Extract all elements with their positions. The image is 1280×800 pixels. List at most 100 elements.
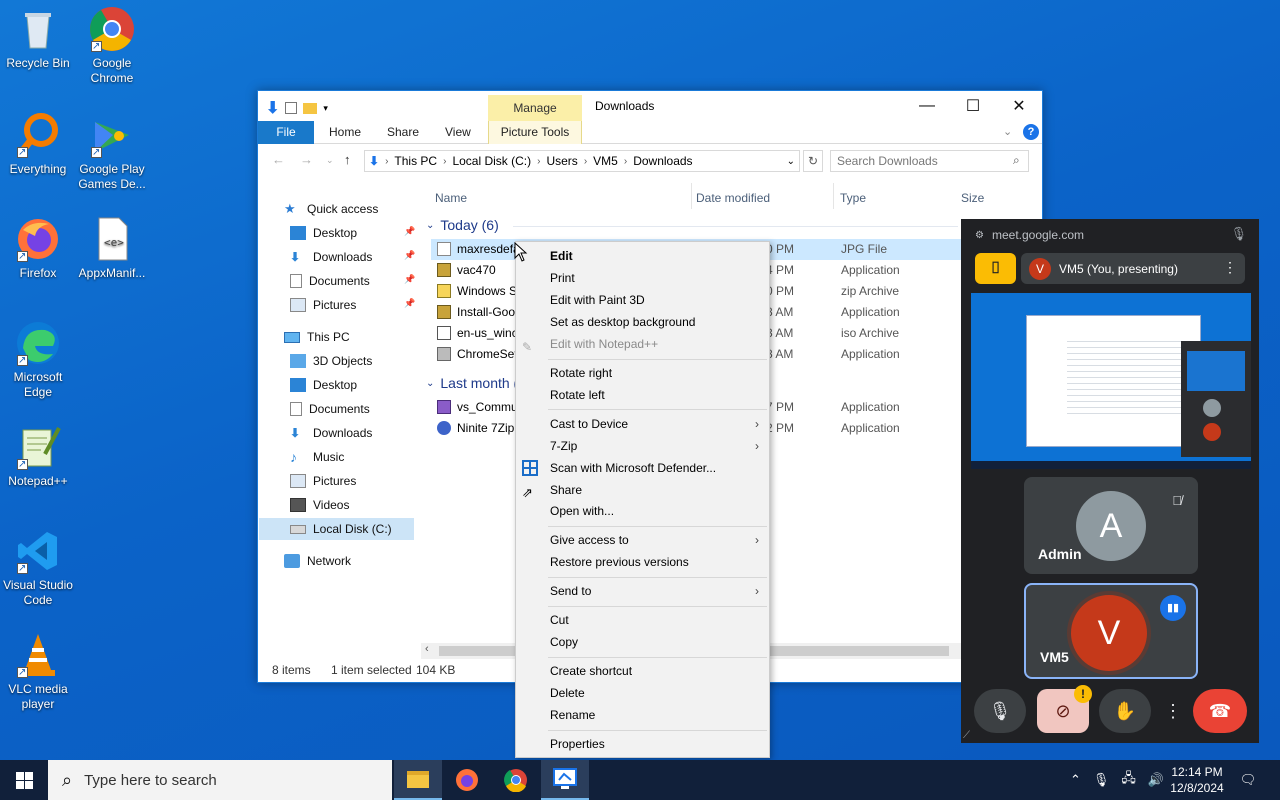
menu-item-give-access[interactable]: Give access to › <box>516 529 769 551</box>
column-size[interactable]: Size <box>961 191 984 205</box>
back-arrow-icon[interactable]: ← <box>272 152 285 167</box>
menu-item-send-to[interactable]: Send to › <box>516 580 769 602</box>
desktop-icon-firefox[interactable]: Firefox <box>0 216 76 281</box>
chevron-left-icon[interactable]: ‹ <box>425 643 429 655</box>
folder-icon[interactable] <box>303 102 318 114</box>
taskbar-remote-desktop[interactable] <box>541 760 589 800</box>
menu-item-restore-versions[interactable]: Restore previous versions <box>516 551 769 573</box>
menu-item-copy[interactable]: Copy <box>516 631 769 653</box>
menu-item-rename[interactable]: Rename <box>516 704 769 726</box>
breadcrumb-local-disk[interactable]: Local Disk (C:) <box>452 154 531 168</box>
nav-quick-documents[interactable]: Documents <box>290 270 370 292</box>
nav-this-pc[interactable]: This PC <box>284 326 350 348</box>
chevron-up-icon[interactable]: ⌃ <box>1070 772 1081 788</box>
raise-hand-button[interactable]: ✋ <box>1099 689 1151 733</box>
column-type[interactable]: Type <box>840 191 866 205</box>
microphone-icon[interactable]: 🎙 <box>1093 772 1110 788</box>
refresh-button[interactable]: ↻ <box>803 150 823 172</box>
taskbar-clock[interactable]: 12:14 PM 12/8/2024 <box>1168 764 1226 796</box>
help-icon[interactable]: ? <box>1023 124 1039 140</box>
volume-icon[interactable]: 🔊 <box>1148 772 1164 788</box>
nav-music[interactable]: ♪ Music <box>290 446 344 468</box>
column-name[interactable]: Name <box>435 191 467 205</box>
breadcrumb-this-pc[interactable]: This PC <box>394 154 437 168</box>
down-arrow-icon[interactable]: ⬇ <box>266 98 279 118</box>
desktop-icon-everything[interactable]: Everything <box>0 112 76 177</box>
menu-item-delete[interactable]: Delete <box>516 682 769 704</box>
shared-screen-preview[interactable] <box>971 293 1251 469</box>
chevron-down-icon[interactable]: ⌄ <box>787 156 795 167</box>
menu-item-7zip[interactable]: 7-Zip › <box>516 435 769 457</box>
end-call-button[interactable]: ☎ <box>1193 689 1247 733</box>
tab-home[interactable]: Home <box>318 121 372 144</box>
manage-tab[interactable]: Manage <box>488 95 582 121</box>
menu-item-share[interactable]: ⇗ Share <box>516 479 769 501</box>
menu-item-rotate-left[interactable]: Rotate left <box>516 384 769 406</box>
nav-quick-access[interactable]: ★ Quick access <box>284 198 378 220</box>
desktop-icon-vscode[interactable]: Visual Studio Code <box>0 528 76 608</box>
address-bar[interactable]: ⬇ › This PC › Local Disk (C:) › Users › … <box>364 150 800 172</box>
desktop-icon-vlc[interactable]: VLC media player <box>0 632 76 712</box>
more-options-button[interactable]: ⋮ <box>1161 689 1185 733</box>
nav-quick-downloads[interactable]: ⬇ Downloads <box>290 246 372 268</box>
menu-item-properties[interactable]: Properties <box>516 733 769 755</box>
up-arrow-icon[interactable]: ↑ <box>344 152 351 167</box>
tab-picture-tools[interactable]: Picture Tools <box>488 121 582 144</box>
group-today[interactable]: ⌄ Today (6) <box>426 217 499 233</box>
nav-desktop[interactable]: Desktop <box>290 374 357 396</box>
forward-arrow-icon[interactable]: → <box>300 152 313 167</box>
menu-item-cut[interactable]: Cut <box>516 609 769 631</box>
taskbar-chrome[interactable] <box>492 760 540 800</box>
participant-tile-vm5[interactable]: V VM5 ▮▮ <box>1024 583 1198 679</box>
nav-pictures[interactable]: Pictures <box>290 470 356 492</box>
nav-local-disk[interactable]: Local Disk (C:) <box>259 518 414 540</box>
menu-item-print[interactable]: Print <box>516 267 769 289</box>
nav-downloads[interactable]: ⬇ Downloads <box>290 422 372 444</box>
tab-file[interactable]: File <box>258 121 314 144</box>
breadcrumb-vm5[interactable]: VM5 <box>593 154 618 168</box>
desktop-icon-google-chrome[interactable]: Google Chrome <box>74 6 150 86</box>
menu-item-edit-notepadpp[interactable]: ✎ Edit with Notepad++ <box>516 333 769 355</box>
network-icon[interactable]: 🖧 <box>1121 769 1136 791</box>
resize-handle-icon[interactable]: ⟋ <box>963 730 970 741</box>
breadcrumb-downloads[interactable]: Downloads <box>633 154 692 168</box>
nav-quick-desktop[interactable]: Desktop <box>290 222 357 244</box>
search-input[interactable]: Search Downloads <box>830 150 1029 172</box>
nav-network[interactable]: Network <box>284 550 351 572</box>
maximize-button[interactable]: ☐ <box>950 91 996 121</box>
more-vert-icon[interactable]: ⋮ <box>1223 259 1237 276</box>
minimize-button[interactable]: — <box>904 91 950 121</box>
chevron-down-icon[interactable]: ⌄ <box>326 155 334 166</box>
menu-item-create-shortcut[interactable]: Create shortcut <box>516 660 769 682</box>
tab-view[interactable]: View <box>434 121 482 144</box>
checkbox-icon[interactable] <box>285 102 298 114</box>
menu-item-edit-paint-3d[interactable]: Edit with Paint 3D <box>516 289 769 311</box>
desktop-icon-microsoft-edge[interactable]: Microsoft Edge <box>0 320 76 400</box>
nav-quick-pictures[interactable]: Pictures <box>290 294 356 316</box>
participant-tile-admin[interactable]: A Admin 🎙̸ <box>1024 477 1198 574</box>
microphone-button[interactable]: 🎙 <box>974 689 1026 733</box>
menu-item-open-with[interactable]: Open with... <box>516 500 769 522</box>
close-button[interactable]: ✕ <box>996 91 1042 121</box>
desktop-icon-appxmanifest[interactable]: <e> AppxManif... <box>74 216 150 281</box>
menu-item-rotate-right[interactable]: Rotate right <box>516 362 769 384</box>
menu-item-edit[interactable]: Edit <box>516 245 769 267</box>
taskbar-file-explorer[interactable] <box>394 760 442 800</box>
nav-documents[interactable]: Documents <box>290 398 370 420</box>
taskbar-search-box[interactable]: ⌕ Type here to search <box>48 760 392 800</box>
breadcrumb-users[interactable]: Users <box>546 154 577 168</box>
desktop-icon-google-play-games[interactable]: Google Play Games De... <box>74 112 150 192</box>
menu-item-scan-defender[interactable]: Scan with Microsoft Defender... <box>516 457 769 479</box>
chevron-down-icon[interactable]: ⌄ <box>1003 125 1012 138</box>
start-button[interactable] <box>0 760 48 800</box>
menu-item-cast-to-device[interactable]: Cast to Device › <box>516 413 769 435</box>
notification-center-button[interactable]: 🗨 <box>1236 760 1260 800</box>
exit-door-button[interactable]: ⌷ <box>975 253 1016 284</box>
desktop-icon-notepadpp[interactable]: Notepad++ <box>0 424 76 489</box>
presenting-bar[interactable]: V VM5 (You, presenting) ⋮ <box>1021 253 1245 284</box>
menu-item-set-desktop-background[interactable]: Set as desktop background <box>516 311 769 333</box>
taskbar-firefox[interactable] <box>443 760 491 800</box>
nav-videos[interactable]: Videos <box>290 494 349 516</box>
nav-3d-objects[interactable]: 3D Objects <box>290 350 372 372</box>
chevron-down-icon[interactable]: ▾ <box>323 103 328 114</box>
